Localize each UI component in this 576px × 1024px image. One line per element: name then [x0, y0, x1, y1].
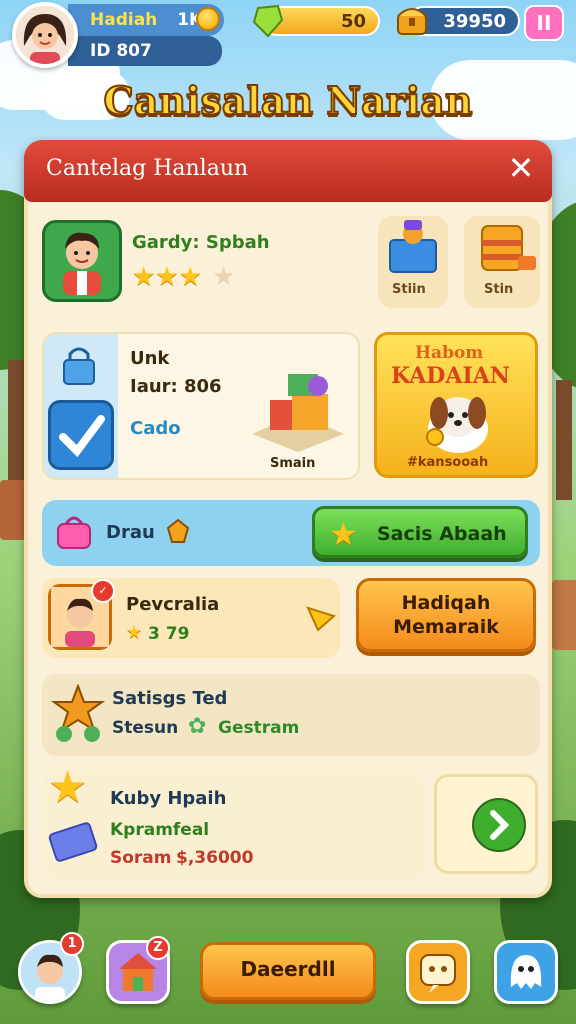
draw-button-label: Sacis Abaah	[377, 523, 507, 545]
unlock-label: Unk	[130, 348, 170, 369]
item-slot-2[interactable]: Stin	[464, 216, 540, 308]
panel-header: Cantelag Hanlaun ✕	[24, 140, 552, 202]
pause-label: II	[536, 11, 552, 35]
settings-line: Stesun	[112, 718, 179, 738]
reward-row: ★ Kuby Hpaih Kpramfeal Soram $,36000	[42, 762, 424, 880]
reward-title: Kuby Hpaih	[110, 788, 227, 809]
reward-icon	[166, 518, 190, 543]
item-label-2: Stin	[484, 282, 514, 297]
close-icon: ✕	[507, 149, 535, 187]
gift-button-line2: Memaraik	[393, 616, 499, 638]
check-label: Cado	[130, 418, 181, 439]
player-name: Hadiah	[90, 10, 158, 30]
treasure-icon	[397, 8, 427, 35]
panel-title: Cantelag Hanlaun	[46, 156, 249, 181]
player-name-bar: Hadiah 1K	[68, 4, 224, 36]
item-slot-1[interactable]: Stiin	[378, 216, 448, 308]
puppy-icon	[426, 397, 488, 453]
gift-stack-icon	[252, 374, 344, 452]
character-icon	[63, 232, 101, 295]
friend-badge-icon: ✓	[91, 579, 115, 603]
gift-button-line1: Hadiqah	[401, 592, 491, 614]
settings-title: Satisgs Ted	[112, 688, 228, 709]
main-action-button[interactable]: Daeerdll	[200, 942, 376, 1000]
bag-icon	[57, 516, 91, 549]
friend-star-icon: ★	[126, 622, 143, 643]
coin-icon	[196, 7, 220, 31]
checkmark-icon	[59, 415, 105, 458]
energy-value: 50	[340, 11, 366, 32]
settings-row[interactable]: Satisgs Ted Stesun ✿ Gestram	[42, 674, 540, 756]
unlock-value: Iaur: 806	[130, 376, 222, 397]
stack-label: Smain	[270, 456, 316, 471]
item-label-1: Stiin	[392, 282, 426, 297]
ticket-icon	[48, 822, 98, 862]
friend-name: Pevcralia	[126, 594, 220, 615]
toy-box-icon	[389, 220, 437, 273]
pause-button[interactable]: II	[524, 5, 564, 41]
settings-extra: Gestram	[218, 718, 300, 738]
reward-star-icon: ★	[48, 762, 88, 813]
chat-button[interactable]	[406, 940, 470, 1004]
arrow-right-icon	[472, 798, 526, 852]
character-stars: ★★★	[132, 262, 202, 292]
send-arrow-icon[interactable]	[304, 600, 338, 634]
clover-icon: ✿	[188, 714, 207, 739]
next-button[interactable]	[434, 774, 538, 874]
reward-score-value: $,36000	[176, 848, 254, 868]
page-title: Canisalan Narian	[103, 77, 474, 124]
cake-icon	[481, 225, 536, 271]
friend-avatar[interactable]: ✓	[48, 579, 115, 650]
empty-star-icon: ★	[212, 262, 236, 292]
promo-line2: KADAIAN	[391, 363, 510, 389]
friend-row: ✓ Pevcralia ★ 3 79	[42, 578, 340, 658]
mascot-button[interactable]	[494, 940, 558, 1004]
character-portrait[interactable]	[42, 220, 122, 302]
lock-icon	[63, 347, 95, 385]
main-action-label: Daeerdll	[240, 957, 336, 981]
player-id: ID 807	[90, 41, 152, 61]
badge-star-icon	[50, 684, 106, 742]
promo-footer: #kansooah	[407, 455, 489, 470]
reward-score-label: Soram	[110, 848, 172, 868]
unlock-card: Unk Iaur: 806 Cado Smain	[42, 332, 360, 480]
promo-card[interactable]: Habom KADAIAN #kansooah	[374, 332, 538, 478]
shop-badge: Z	[146, 936, 170, 960]
confirm-button[interactable]	[48, 400, 114, 470]
energy-icon	[252, 4, 284, 38]
ghost-icon	[510, 955, 542, 989]
main-panel: Cantelag Hanlaun ✕ Gardy: Spbah ★★★ ★ St…	[24, 140, 552, 898]
chat-icon	[420, 954, 456, 993]
draw-label: Drau	[106, 522, 155, 543]
character-name: Gardy: Spbah	[132, 232, 270, 253]
gift-button[interactable]: Hadiqah Memaraik	[356, 578, 536, 652]
close-button[interactable]: ✕	[502, 150, 540, 188]
reward-subtitle: Kpramfeal	[110, 820, 210, 840]
friend-stat: 3 79	[148, 624, 190, 644]
avatar-face-icon	[16, 6, 74, 64]
player-id-bar: ID 807	[68, 36, 222, 66]
star-icon: ★	[329, 515, 358, 553]
gems-value: 39950	[443, 11, 506, 32]
promo-line1: Habom	[415, 343, 484, 363]
player-avatar[interactable]	[12, 2, 78, 68]
draw-row: Drau ★ Sacis Abaah	[42, 500, 540, 566]
profile-badge: 1	[60, 932, 84, 956]
draw-button[interactable]: ★ Sacis Abaah	[312, 506, 528, 558]
